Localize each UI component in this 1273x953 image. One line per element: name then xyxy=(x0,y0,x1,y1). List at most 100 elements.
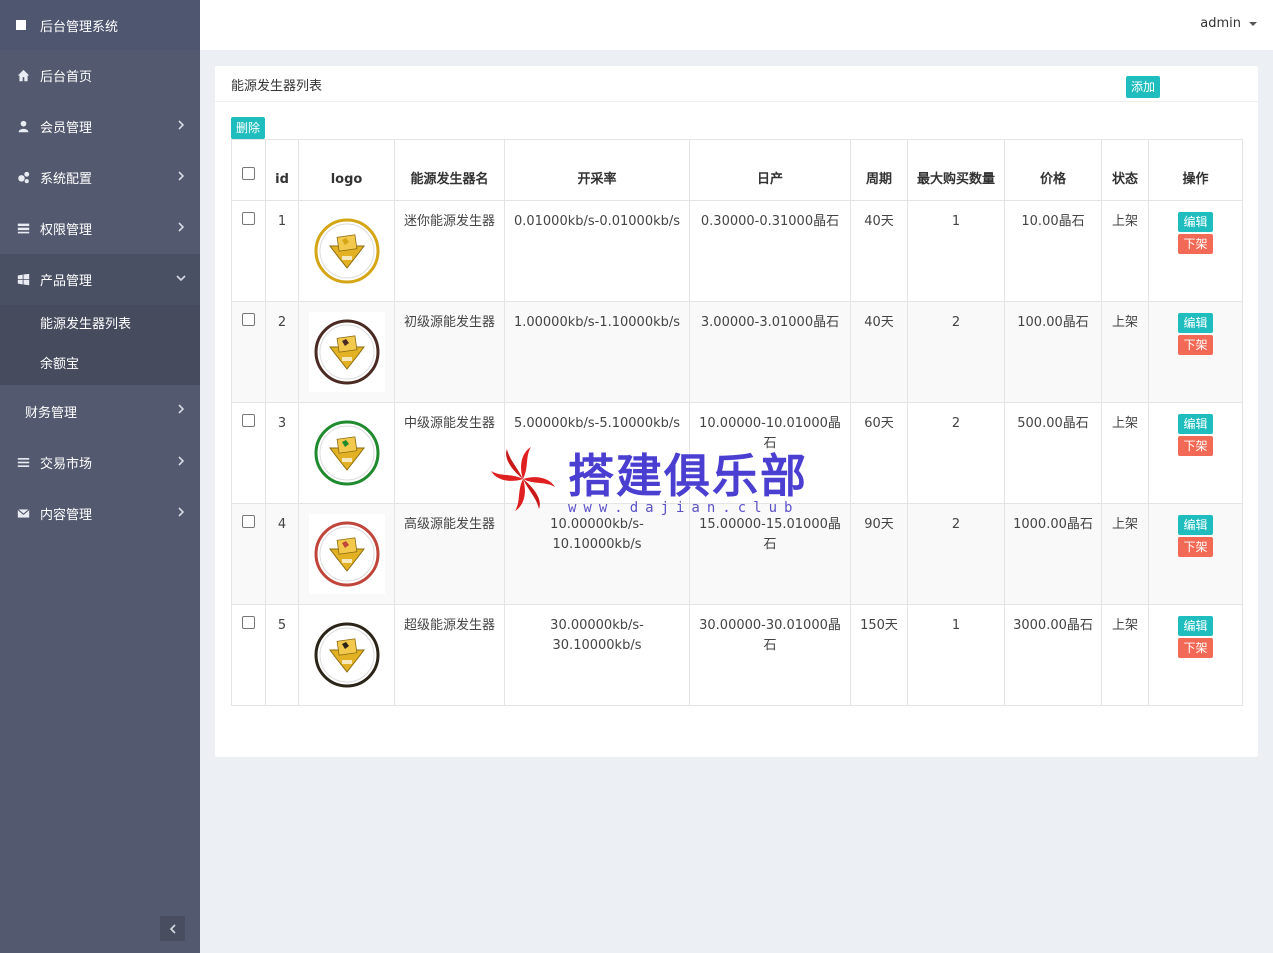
sidebar-item-label: 后台首页 xyxy=(40,70,93,85)
generator-badge-icon xyxy=(314,218,379,284)
sidebar-item-system-config[interactable]: 系统配置 xyxy=(0,152,200,203)
user-menu[interactable]: admin xyxy=(1200,16,1257,31)
take-offline-button[interactable]: 下架 xyxy=(1178,537,1213,557)
cell-daily: 10.00000-10.01000晶石 xyxy=(689,402,851,504)
cell-actions: 编辑 下架 xyxy=(1148,503,1243,605)
caret-down-icon xyxy=(1249,21,1257,26)
cell-name: 超级能源发生器 xyxy=(394,604,505,706)
sidebar-item-finance[interactable]: 财务管理 xyxy=(0,385,200,437)
sidebar-item-label: 内容管理 xyxy=(40,508,93,523)
row-select-cell xyxy=(231,604,266,706)
generator-badge-icon xyxy=(314,521,379,587)
cell-actions: 编辑 下架 xyxy=(1148,200,1243,302)
cell-logo xyxy=(298,200,395,302)
column-header: 最大购买数量 xyxy=(907,139,1005,201)
sidebar-item-home[interactable]: 后台首页 xyxy=(0,50,200,101)
content-panel: 能源发生器列表 添加 删除 id logo 能源发生器名 开采率 日产 周期 最… xyxy=(215,66,1258,757)
select-all-checkbox[interactable] xyxy=(242,167,255,180)
cell-logo xyxy=(298,402,395,504)
generator-logo xyxy=(308,413,385,493)
cell-id: 4 xyxy=(265,503,299,605)
cell-price: 500.00晶石 xyxy=(1004,402,1102,504)
select-all-cell xyxy=(231,139,266,201)
cell-price: 1000.00晶石 xyxy=(1004,503,1102,605)
cell-max: 1 xyxy=(907,200,1005,302)
app-title: 后台管理系统 xyxy=(40,19,119,35)
windows-icon xyxy=(16,273,30,287)
cell-daily: 30.00000-30.01000晶石 xyxy=(689,604,851,706)
row-checkbox[interactable] xyxy=(242,515,255,528)
sidebar-item-label: 产品管理 xyxy=(40,274,93,289)
chevron-right-icon xyxy=(176,455,186,466)
delete-button[interactable]: 删除 xyxy=(231,117,266,139)
cell-logo xyxy=(298,301,395,403)
generator-badge-icon xyxy=(314,622,379,688)
user-name: admin xyxy=(1200,16,1241,31)
sidebar-item-market[interactable]: 交易市场 xyxy=(0,437,200,488)
top-bar: admin xyxy=(200,0,1273,50)
row-checkbox[interactable] xyxy=(242,313,255,326)
cell-status: 上架 xyxy=(1101,402,1149,504)
sidebar-item-content[interactable]: 内容管理 xyxy=(0,488,200,539)
cell-max: 2 xyxy=(907,301,1005,403)
panel-header: 能源发生器列表 添加 xyxy=(215,66,1258,102)
bars-icon xyxy=(16,456,30,470)
cell-rate: 1.00000kb/s-1.10000kb/s xyxy=(504,301,690,403)
cell-max: 1 xyxy=(907,604,1005,706)
column-header: 周期 xyxy=(850,139,908,201)
cell-period: 150天 xyxy=(850,604,908,706)
cell-price: 10.00晶石 xyxy=(1004,200,1102,302)
column-header: id xyxy=(265,139,299,201)
cell-period: 60天 xyxy=(850,402,908,504)
take-offline-button[interactable]: 下架 xyxy=(1178,638,1213,658)
sidebar-item-label: 会员管理 xyxy=(40,121,93,136)
cell-rate: 30.00000kb/s-30.10000kb/s xyxy=(504,604,690,706)
row-checkbox[interactable] xyxy=(242,212,255,225)
sidebar-item-label: 财务管理 xyxy=(25,405,78,421)
chevron-down-icon xyxy=(176,272,186,282)
sidebar-item-members[interactable]: 会员管理 xyxy=(0,101,200,152)
row-select-cell xyxy=(231,301,266,403)
column-header: 能源发生器名 xyxy=(394,139,505,201)
cell-period: 40天 xyxy=(850,200,908,302)
row-checkbox[interactable] xyxy=(242,414,255,427)
cell-id: 1 xyxy=(265,200,299,302)
cell-price: 3000.00晶石 xyxy=(1004,604,1102,706)
edit-button[interactable]: 编辑 xyxy=(1178,313,1213,333)
take-offline-button[interactable]: 下架 xyxy=(1178,234,1213,254)
sidebar-submenu-products: 能源发生器列表 余额宝 xyxy=(0,305,200,385)
sidebar-collapse-button[interactable] xyxy=(160,916,185,941)
take-offline-button[interactable]: 下架 xyxy=(1178,335,1213,355)
envelope-icon xyxy=(16,507,30,521)
cell-name: 迷你能源发生器 xyxy=(394,200,505,302)
cell-name: 高级源能发生器 xyxy=(394,503,505,605)
page-title: 能源发生器列表 xyxy=(231,79,323,94)
take-offline-button[interactable]: 下架 xyxy=(1178,436,1213,456)
edit-button[interactable]: 编辑 xyxy=(1178,414,1213,434)
sidebar-subitem-generator-list[interactable]: 能源发生器列表 xyxy=(0,305,200,345)
edit-button[interactable]: 编辑 xyxy=(1178,212,1213,232)
edit-button[interactable]: 编辑 xyxy=(1178,515,1213,535)
add-button[interactable]: 添加 xyxy=(1126,76,1161,98)
brand[interactable]: 后台管理系统 xyxy=(0,0,200,50)
cell-max: 2 xyxy=(907,402,1005,504)
row-select-cell xyxy=(231,200,266,302)
row-checkbox[interactable] xyxy=(242,616,255,629)
cell-daily: 3.00000-3.01000晶石 xyxy=(689,301,851,403)
cell-rate: 0.01000kb/s-0.01000kb/s xyxy=(504,200,690,302)
column-header: 开采率 xyxy=(504,139,690,201)
edit-button[interactable]: 编辑 xyxy=(1178,616,1213,636)
sidebar-subitem-yuebao[interactable]: 余额宝 xyxy=(0,345,200,385)
chevron-right-icon xyxy=(176,170,186,181)
user-icon xyxy=(16,120,30,134)
table-row: 2 初级源能发生器 1.00000kb/s-1.10000kb/s 3.00000-… xyxy=(231,301,1243,403)
chevron-right-icon xyxy=(176,403,186,414)
cell-name: 中级源能发生器 xyxy=(394,402,505,504)
table-header-row: id logo 能源发生器名 开采率 日产 周期 最大购买数量 价格 状态 操作 xyxy=(231,139,1243,201)
cell-actions: 编辑 下架 xyxy=(1148,604,1243,706)
sidebar-item-products[interactable]: 产品管理 xyxy=(0,254,200,305)
sidebar-item-permissions[interactable]: 权限管理 xyxy=(0,203,200,254)
cell-daily: 15.00000-15.01000晶石 xyxy=(689,503,851,605)
column-header: 价格 xyxy=(1004,139,1102,201)
cell-name: 初级源能发生器 xyxy=(394,301,505,403)
